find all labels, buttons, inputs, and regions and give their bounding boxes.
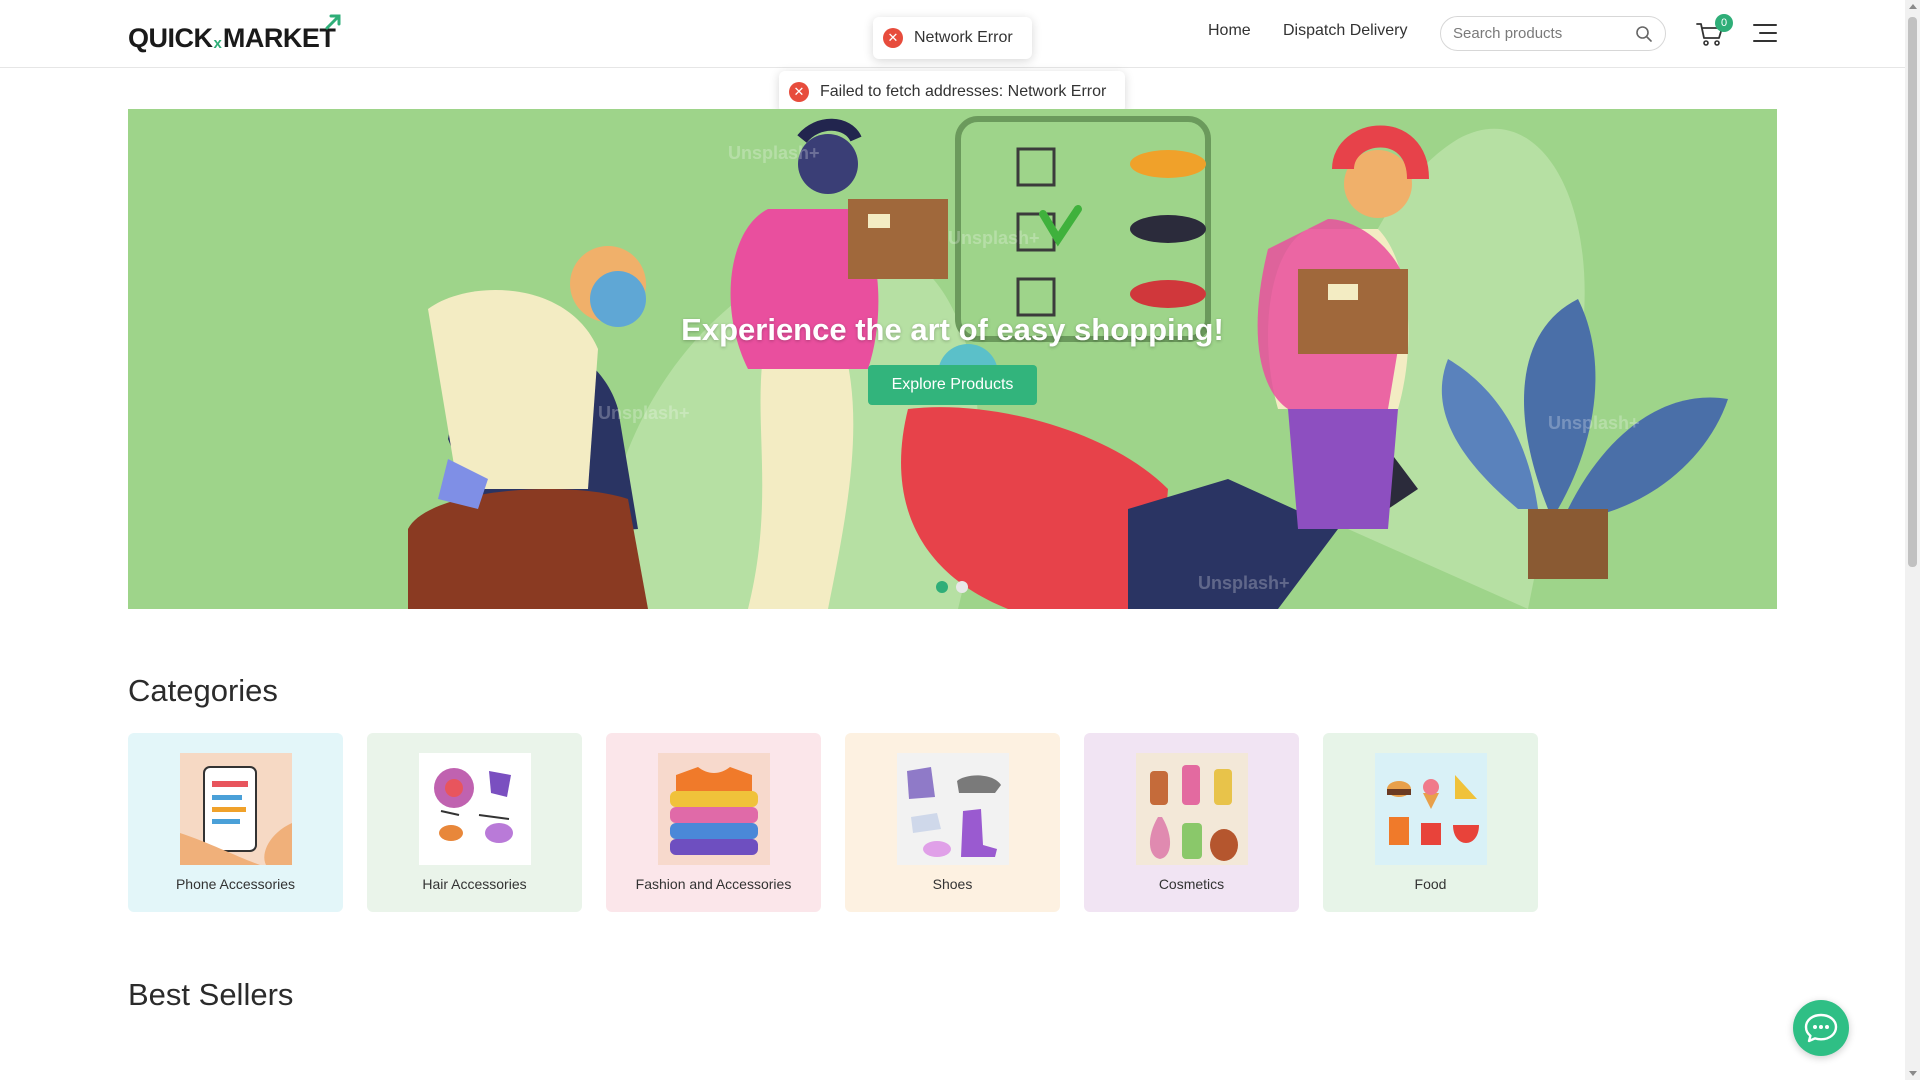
category-card-cosmetics[interactable]: Cosmetics (1084, 733, 1299, 912)
search-bar (1440, 16, 1666, 51)
cosmetics-thumbnail (1136, 753, 1248, 865)
category-label: Phone Accessories (175, 876, 296, 892)
hero-title: Experience the art of easy shopping! (681, 312, 1224, 347)
category-label: Shoes (932, 876, 973, 892)
category-label: Hair Accessories (422, 876, 527, 892)
phone-accessories-thumbnail (180, 753, 292, 865)
search-input[interactable] (1453, 17, 1633, 50)
error-icon: ✕ (883, 28, 903, 48)
error-icon: ✕ (789, 82, 809, 102)
carousel-dots (936, 581, 968, 593)
best-sellers-heading: Best Sellers (128, 977, 294, 1012)
shoes-thumbnail (897, 753, 1009, 865)
category-label: Cosmetics (1158, 876, 1225, 892)
svg-text:Unsplash+: Unsplash+ (948, 228, 1040, 248)
category-card-shoes[interactable]: Shoes (845, 733, 1060, 912)
food-thumbnail (1375, 753, 1487, 865)
carousel-dot-2[interactable] (956, 581, 968, 593)
category-card-fashion-and-accessories[interactable]: Fashion and Accessories (606, 733, 821, 912)
category-card-phone-accessories[interactable]: Phone Accessories (128, 733, 343, 912)
error-toast: ✕ Network Error (873, 17, 1032, 59)
chat-button[interactable] (1793, 1000, 1849, 1056)
logo-text-quick: QUICK (128, 23, 213, 53)
logo-text-market: MARKET (222, 23, 336, 53)
error-toast-message: Failed to fetch addresses: Network Error (820, 83, 1107, 100)
error-toast: ✕ Failed to fetch addresses: Network Err… (779, 71, 1125, 113)
logo[interactable]: QUICK x MARKET (128, 14, 341, 53)
hair-accessories-thumbnail (419, 753, 531, 865)
carousel-dot-1[interactable] (936, 581, 948, 593)
search-icon[interactable] (1635, 25, 1653, 43)
category-card-hair-accessories[interactable]: Hair Accessories (367, 733, 582, 912)
hero-banner: Unsplash+ Unsplash+ Unsplash+ Unsplash+ … (128, 109, 1777, 609)
categories-heading: Categories (128, 673, 278, 708)
chat-icon (1804, 1013, 1838, 1043)
category-label: Fashion and Accessories (635, 876, 792, 892)
page-scrollbar[interactable] (1905, 0, 1920, 1080)
hero-illustration: Unsplash+ Unsplash+ Unsplash+ Unsplash+ … (408, 116, 1728, 609)
svg-text:Unsplash+: Unsplash+ (598, 403, 690, 423)
logo-text-x: x (213, 35, 222, 52)
scroll-up-arrow-icon[interactable] (1909, 4, 1917, 9)
svg-text:Unsplash+: Unsplash+ (728, 143, 820, 163)
nav-home[interactable]: Home (1208, 22, 1251, 40)
category-card-food[interactable]: Food (1323, 733, 1538, 912)
svg-text:Unsplash+: Unsplash+ (1548, 413, 1640, 433)
scrollbar-thumb[interactable] (1908, 17, 1917, 567)
logo-arrow-icon (325, 14, 341, 30)
error-toast-message: Network Error (914, 29, 1013, 46)
svg-text:Unsplash+: Unsplash+ (1198, 573, 1290, 593)
category-label: Food (1414, 876, 1447, 892)
scroll-down-arrow-icon[interactable] (1909, 1071, 1917, 1076)
explore-products-button[interactable]: Explore Products (868, 365, 1037, 405)
nav-dispatch-delivery[interactable]: Dispatch Delivery (1283, 22, 1407, 40)
hamburger-menu-icon[interactable] (1752, 22, 1778, 44)
fashion-accessories-thumbnail (658, 753, 770, 865)
cart-count-badge: 0 (1715, 14, 1733, 32)
